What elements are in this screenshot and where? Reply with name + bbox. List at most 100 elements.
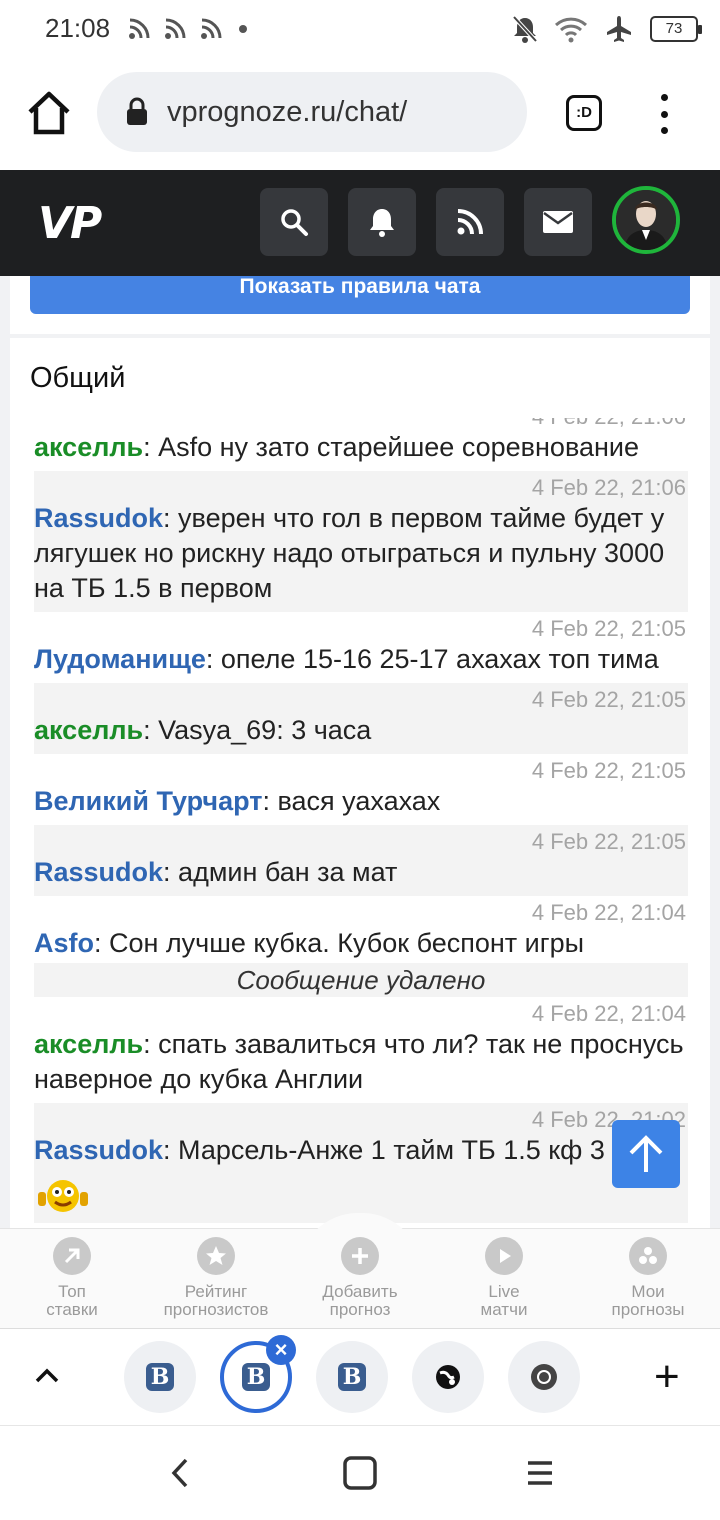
message-username[interactable]: аксел​ль bbox=[34, 432, 143, 462]
new-tab-button[interactable]: + bbox=[654, 1355, 680, 1399]
messages-button[interactable] bbox=[524, 188, 592, 256]
vk-favicon-icon: B bbox=[146, 1363, 174, 1391]
message-username[interactable]: Rassudok bbox=[34, 857, 163, 887]
nav-my-predictions[interactable]: Мои прогнозы bbox=[576, 1237, 720, 1319]
chat-message: 4 Feb 22, 21:05 аксел​ль: Vasya_69: 3 ча… bbox=[34, 683, 688, 754]
emoji-icon bbox=[38, 1180, 88, 1212]
lock-icon bbox=[127, 97, 147, 125]
chevron-up-icon[interactable] bbox=[32, 1361, 62, 1391]
deleted-message-notice: Сообщение удалено bbox=[34, 963, 688, 997]
home-square-icon[interactable] bbox=[342, 1455, 378, 1491]
message-username[interactable]: Asfo bbox=[34, 928, 94, 958]
nav-label-line2: прогнозистов bbox=[163, 1300, 269, 1319]
chat-card: Общий 4 Feb 22, 21:06 аксел​ль: Asfo ну … bbox=[10, 338, 710, 1228]
message-username[interactable]: Лудоманище bbox=[34, 644, 206, 674]
user-avatar-image bbox=[616, 190, 676, 250]
message-body: : Сон лучше кубка. Кубок беспонт игры bbox=[94, 928, 585, 958]
wifi-icon bbox=[554, 17, 588, 43]
nav-label-line1: Мои bbox=[631, 1282, 665, 1301]
message-text: Asfo: Сон лучше кубка. Кубок беспонт игр… bbox=[34, 926, 688, 961]
message-timestamp: 4 Feb 22, 21:04 bbox=[531, 900, 686, 925]
plus-circle-icon bbox=[341, 1237, 379, 1275]
message-timestamp: 4 Feb 22, 21:05 bbox=[531, 616, 686, 641]
message-text: аксел​ль: Asfo ну зато старейшее соревно… bbox=[34, 430, 688, 465]
nav-label-line1: Добавить bbox=[322, 1282, 398, 1301]
message-timestamp: 4 Feb 22, 21:05 bbox=[531, 758, 686, 783]
message-timestamp: 4 Feb 22, 21:05 bbox=[531, 687, 686, 712]
message-body: : опеле 15-16 25-17 ахахах топ тима bbox=[205, 644, 659, 674]
address-bar[interactable]: vprognoze.ru/chat/ bbox=[97, 72, 527, 152]
message-text: Rassudok: Марсель-Анже 1 тайм ТБ 1.5 кф … bbox=[34, 1133, 688, 1168]
message-text: Rassudok: уверен что гол в первом тайме … bbox=[34, 501, 688, 606]
nav-top-bets[interactable]: Топ ставки bbox=[0, 1237, 144, 1319]
nav-live-matches[interactable]: Live матчи bbox=[432, 1237, 576, 1319]
chat-message: 4 Feb 22, 21:04 Asfo: Сон лучше кубка. К… bbox=[34, 896, 688, 963]
message-body: : Марсель-Анже 1 тайм ТБ 1.5 кф 3 bbox=[163, 1135, 605, 1165]
message-username[interactable]: аксел​ль bbox=[34, 1029, 143, 1059]
browser-tab[interactable]: B bbox=[124, 1341, 196, 1413]
browser-tab[interactable]: B bbox=[316, 1341, 388, 1413]
nav-label-line1: Рейтинг bbox=[184, 1282, 248, 1301]
chat-message: 4 Feb 22, 21:05 Великий Турчарт: вася уа… bbox=[34, 754, 688, 825]
rss-button[interactable] bbox=[436, 188, 504, 256]
scroll-to-top-button[interactable] bbox=[612, 1120, 680, 1188]
rss-notification-icon bbox=[165, 18, 186, 39]
home-icon[interactable] bbox=[24, 88, 74, 138]
dot-icon bbox=[239, 25, 247, 33]
vk-favicon-icon: B bbox=[338, 1363, 366, 1391]
message-timestamp: 4 Feb 22, 21:05 bbox=[531, 829, 686, 854]
message-body: : Vasya_69: 3 часа bbox=[143, 715, 372, 745]
browser-menu-button[interactable] bbox=[654, 94, 674, 134]
message-timestamp: 4 Feb 22, 21:02 bbox=[531, 1107, 686, 1132]
browser-toolbar: vprognoze.ru/chat/ :D bbox=[0, 60, 720, 170]
chat-message: 4 Feb 22, 21:06 аксел​ль: Asfo ну зато с… bbox=[34, 418, 688, 471]
chat-title: Общий bbox=[30, 362, 126, 394]
site-logo[interactable]: VP bbox=[38, 198, 102, 249]
show-chat-rules-button[interactable]: Показать правила чата bbox=[30, 276, 690, 314]
message-timestamp: 4 Feb 22, 21:06 bbox=[34, 418, 688, 430]
recents-icon[interactable] bbox=[524, 1457, 556, 1489]
message-body: : Asfo ну зато старейшее соревнование bbox=[143, 432, 640, 462]
rss-notification-icon bbox=[129, 18, 150, 39]
chat-message: 4 Feb 22, 21:05 Rassudok: админ бан за м… bbox=[34, 825, 688, 896]
chat-message: 4 Feb 22, 21:06 Rassudok: уверен что гол… bbox=[34, 471, 688, 612]
status-right-icons: 73 bbox=[512, 14, 702, 44]
message-body: : админ бан за мат bbox=[163, 857, 398, 887]
notifications-button[interactable] bbox=[348, 188, 416, 256]
globe-favicon-icon bbox=[436, 1365, 460, 1389]
nav-label-line1: Топ bbox=[58, 1282, 86, 1301]
browser-tab[interactable] bbox=[412, 1341, 484, 1413]
message-username[interactable]: аксел​ль bbox=[34, 715, 143, 745]
search-button[interactable] bbox=[260, 188, 328, 256]
message-username[interactable]: Rassudok bbox=[34, 1135, 163, 1165]
message-text: аксел​ль: спать завалиться что ли? так н… bbox=[34, 1027, 688, 1097]
mute-icon bbox=[512, 15, 538, 43]
user-avatar[interactable] bbox=[612, 186, 680, 254]
url-text[interactable]: vprognoze.ru/chat/ bbox=[167, 96, 407, 129]
message-text: Великий Турчарт: вася уахахах bbox=[34, 784, 688, 819]
arrow-up-right-icon bbox=[53, 1237, 91, 1275]
nav-add-prediction[interactable]: Добавить прогноз bbox=[288, 1237, 432, 1319]
browser-tab[interactable] bbox=[508, 1341, 580, 1413]
browser-tab-active[interactable]: B × bbox=[220, 1335, 296, 1413]
tab-switcher-button[interactable]: :D bbox=[566, 95, 602, 131]
chrome-favicon-icon bbox=[531, 1364, 557, 1390]
vk-favicon-icon: B bbox=[242, 1363, 270, 1391]
battery-indicator: 73 bbox=[650, 16, 702, 42]
message-username[interactable]: Великий Турчарт bbox=[34, 786, 262, 816]
message-text: Лудоманище: опеле 15-16 25-17 ахахах топ… bbox=[34, 642, 688, 677]
message-username[interactable]: Rassudok bbox=[34, 503, 163, 533]
close-tab-button[interactable]: × bbox=[266, 1335, 296, 1365]
nav-rating[interactable]: Рейтинг прогнозистов bbox=[144, 1237, 288, 1319]
rss-notification-icon bbox=[201, 18, 222, 39]
menu-dot-icon bbox=[660, 94, 668, 101]
chat-messages-list[interactable]: 4 Feb 22, 21:06 аксел​ль: Asfo ну зато с… bbox=[34, 418, 688, 1228]
back-icon[interactable] bbox=[166, 1456, 196, 1490]
message-text: Rassudok: админ бан за мат bbox=[34, 855, 688, 890]
message-timestamp: 4 Feb 22, 21:04 bbox=[531, 1001, 686, 1026]
status-bar: 21:08 73 bbox=[0, 0, 720, 60]
play-icon bbox=[485, 1237, 523, 1275]
message-timestamp: 4 Feb 22, 21:06 bbox=[531, 475, 686, 500]
dots-cluster-icon bbox=[629, 1237, 667, 1275]
star-icon bbox=[197, 1237, 235, 1275]
